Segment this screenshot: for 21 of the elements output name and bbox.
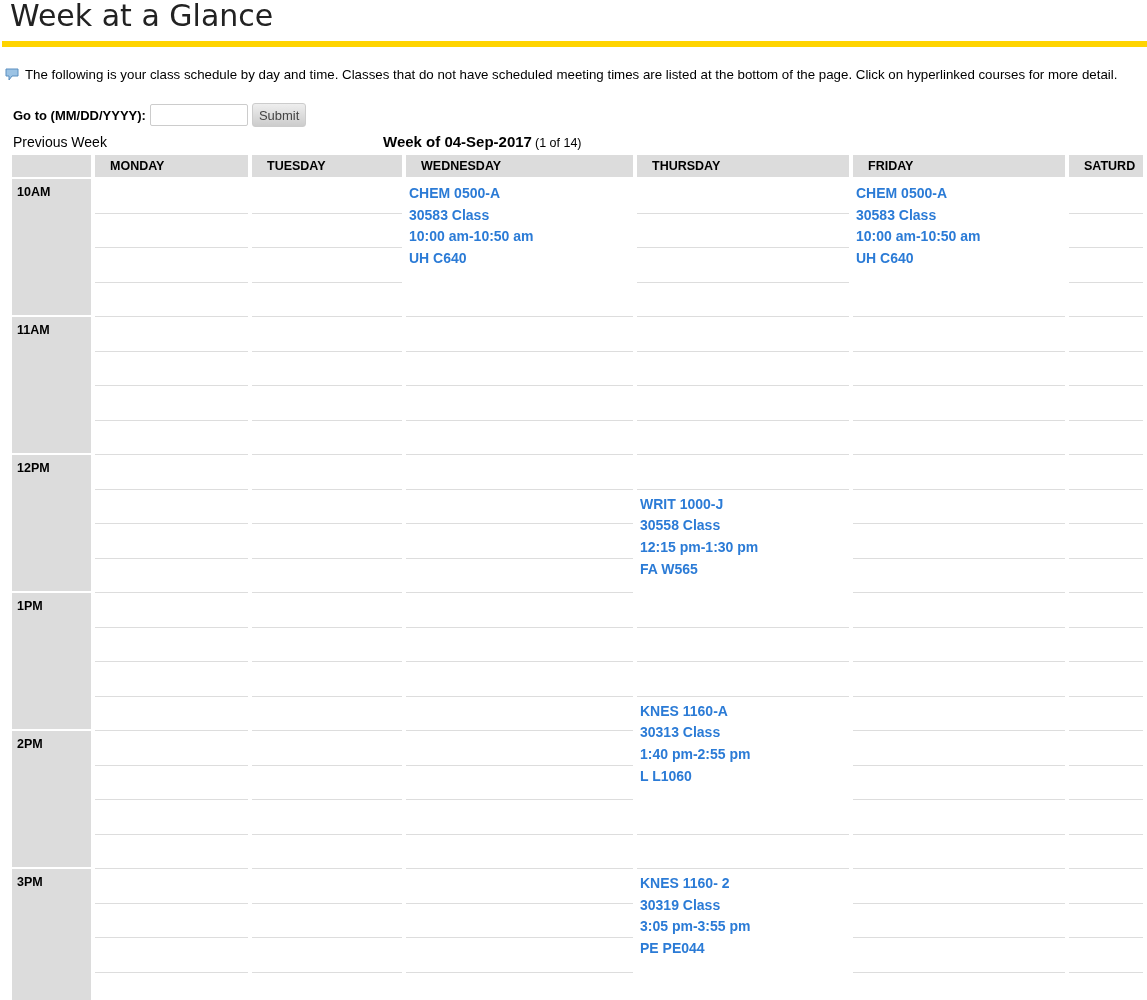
page-title: Week at a Glance [9, 0, 275, 35]
hour-label: 12PM [12, 455, 91, 591]
week-title: Week of 04-Sep-2017 [383, 133, 532, 150]
day-header: TUESDAY [252, 155, 402, 177]
date-label: Go to (MM/DD/YYYY): [13, 107, 146, 123]
day-header: THURSDAY [637, 155, 849, 177]
hour-label: 10AM [12, 179, 91, 315]
week-count: (1 of 14) [534, 136, 582, 150]
day-header: MONDAY [95, 155, 248, 177]
hour-label: 1PM [12, 593, 91, 729]
instruction-text: The following is your class schedule by day and time. Classes that do not have scheduled meeting times are listed at the bottom of the page. Click on hyperlinked courses for more detail. [25, 67, 1118, 82]
hour-label: 3PM [12, 869, 91, 1000]
day-header: SATURD [1069, 155, 1143, 177]
date-input-field[interactable] [149, 104, 248, 126]
previous-week-link[interactable]: Previous Week [13, 134, 383, 150]
day-header: FRIDAY [853, 155, 1065, 177]
hour-label: 2PM [12, 731, 91, 867]
submit-button[interactable]: Submit [251, 103, 307, 127]
hour-label: 11AM [12, 317, 91, 453]
day-header: WEDNESDAY [406, 155, 633, 177]
speech-bubble-icon [5, 68, 19, 81]
